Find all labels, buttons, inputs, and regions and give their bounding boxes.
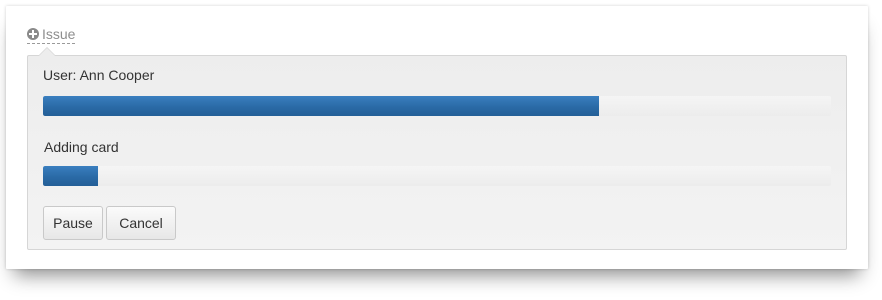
pause-button[interactable]: Pause [43, 206, 103, 240]
adding-card-progress-bar [43, 166, 831, 186]
adding-card-progress-fill [43, 166, 99, 186]
task-label-user: User: Ann Cooper [43, 67, 155, 83]
user-progress-fill [43, 96, 599, 116]
issue-toggle-link[interactable]: Issue [27, 25, 76, 44]
user-progress-bar [43, 96, 831, 116]
plus-circle-icon [27, 27, 39, 40]
task-label-adding-card: Adding card [44, 139, 119, 155]
issue-toggle-label: Issue [42, 25, 76, 42]
cancel-button[interactable]: Cancel [106, 206, 176, 240]
panel-caret-inner [39, 48, 55, 56]
